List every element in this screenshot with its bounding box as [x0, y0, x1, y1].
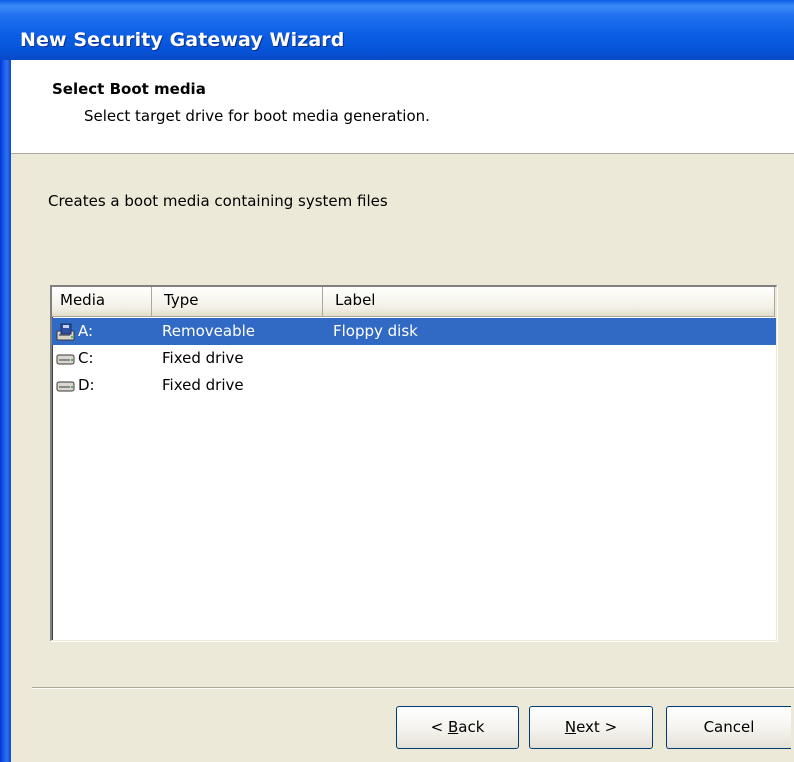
page-subtitle: Select target drive for boot media gener… [84, 107, 430, 125]
list-body: A: Removeable Floppy disk C: Fixed drive [52, 318, 776, 399]
window-title: New Security Gateway Wizard [20, 29, 345, 51]
type-value: Fixed drive [162, 376, 244, 394]
description-text: Creates a boot media containing system f… [48, 192, 388, 210]
list-item-a[interactable]: A: Removeable Floppy disk [52, 318, 776, 345]
button-separator [32, 687, 794, 689]
type-value: Fixed drive [162, 349, 244, 367]
type-value: Removeable [162, 322, 255, 340]
hard-drive-icon [56, 354, 75, 365]
back-button-prefix: < [430, 718, 448, 736]
back-button-rest: ack [458, 718, 485, 736]
list-header: Media Type Label [52, 287, 776, 317]
media-value: C: [78, 349, 94, 367]
cancel-button[interactable]: Cancel [666, 706, 791, 749]
column-header-media[interactable]: Media [52, 287, 152, 317]
column-header-type[interactable]: Type [152, 287, 323, 317]
page-title: Select Boot media [52, 80, 206, 98]
back-button[interactable]: < Back [396, 706, 519, 749]
window-frame-left [0, 0, 11, 762]
media-value: A: [78, 322, 94, 340]
title-bar[interactable]: New Security Gateway Wizard [0, 0, 794, 60]
media-list[interactable]: Media Type Label A: Removeable Floppy di… [50, 285, 777, 641]
next-button-mnemonic: N [564, 718, 577, 736]
next-button-rest: ext > [576, 718, 618, 736]
wizard-window: New Security Gateway Wizard Select Boot … [0, 0, 794, 762]
list-item-c[interactable]: C: Fixed drive [52, 345, 776, 372]
next-button[interactable]: Next > [529, 706, 653, 749]
wizard-header: Select Boot media Select target drive fo… [11, 60, 794, 154]
media-value: D: [78, 376, 95, 394]
label-value: Floppy disk [333, 322, 418, 340]
hard-drive-icon [56, 381, 75, 392]
back-button-mnemonic: B [447, 718, 459, 736]
floppy-drive-icon [56, 323, 75, 341]
list-item-d[interactable]: D: Fixed drive [52, 372, 776, 399]
column-header-label[interactable]: Label [323, 287, 775, 317]
